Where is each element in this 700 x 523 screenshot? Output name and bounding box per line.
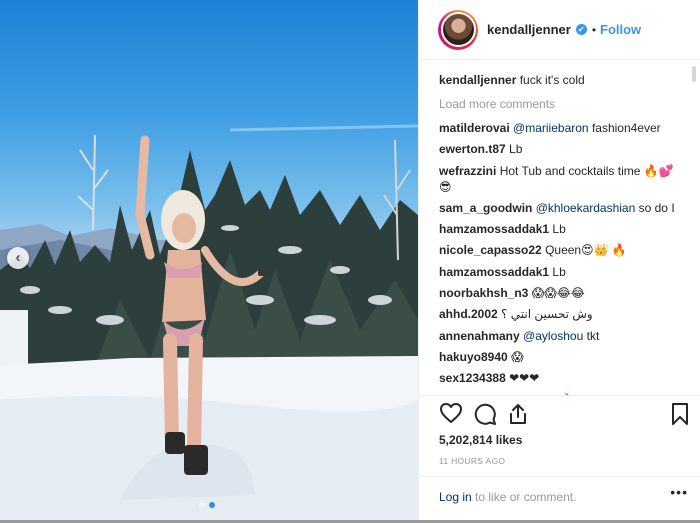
comment-text: ❤❤❤ (509, 371, 540, 386)
post-side-panel: kendalljenner ✔ • Follow kendalljenner f… (418, 0, 700, 520)
chevron-left-icon[interactable]: ‹ (7, 247, 29, 269)
comment-username[interactable]: ahhd.2002 (439, 307, 498, 321)
post-caption: kendalljenner fuck it's cold (439, 72, 680, 88)
comment-text: fashion4ever (591, 121, 661, 135)
comments-list[interactable]: kendalljenner fuck it's cold Load more c… (419, 62, 700, 396)
comment-text: Queen😍👑 🔥 (545, 243, 627, 258)
comment-text: Lb (552, 222, 566, 237)
photo-scene (0, 124, 418, 520)
heart-icon[interactable] (439, 402, 463, 424)
header-username[interactable]: kendalljenner (487, 22, 571, 37)
carousel-dots (199, 502, 215, 508)
comment-username[interactable]: hamzamossaddak1 (439, 222, 549, 236)
login-prompt-text: to like or comment. (475, 490, 577, 504)
comment-username[interactable]: ewerton.t87 (439, 142, 506, 156)
login-link[interactable]: Log in (439, 490, 472, 504)
likes-count[interactable]: 5,202,814 likes (439, 433, 522, 447)
comment-icon[interactable] (473, 402, 497, 426)
comment-username[interactable]: matilderovai (439, 121, 510, 135)
comment-item: hakuyo8940 😱 (439, 349, 680, 365)
comment-item: annenahmany @ayloshou tkt (439, 328, 680, 344)
carousel-dot-active (209, 502, 215, 508)
comment-text: Lb (552, 264, 566, 279)
load-more-comments-button[interactable]: Load more comments (439, 96, 680, 112)
comment-item: noorbakhsh_n3 😱😱😂😂 (439, 285, 680, 301)
comment-username[interactable]: wefrazzini (439, 164, 496, 178)
caption-username[interactable]: kendalljenner (439, 73, 516, 87)
share-icon[interactable] (507, 402, 529, 426)
comment-text: so do I (638, 200, 675, 215)
post-photo[interactable]: ‹ (0, 0, 418, 520)
comment-item: hamzamossaddak1 Lb (439, 264, 680, 280)
action-bar (439, 400, 690, 428)
verified-badge-icon: ✔ (575, 24, 587, 35)
caption-text: fuck it's cold (519, 73, 585, 87)
comment-item: matilderovai @mariiebaron fashion4ever (439, 120, 680, 136)
follow-button[interactable]: Follow (600, 22, 641, 37)
comment-item: wefrazzini Hot Tub and cocktails time 🔥💕… (439, 163, 680, 195)
comment-username[interactable]: nicole_capasso22 (439, 243, 542, 257)
comment-item: sam_a_goodwin @khloekardashian so do I (439, 200, 680, 216)
comment-item: sex1234388 ❤❤❤ (439, 370, 680, 386)
comment-username[interactable]: noorbakhsh_n3 (439, 286, 528, 300)
comment-username[interactable]: sex1234388 (439, 371, 506, 385)
comment-username[interactable]: hamzamossaddak1 (439, 265, 549, 279)
more-options-icon[interactable]: ••• (670, 484, 688, 500)
comment-text: Lb (509, 142, 523, 157)
comment-username[interactable]: annenahmany (439, 329, 520, 343)
post-header: kendalljenner ✔ • Follow (419, 0, 700, 60)
comment-text: 🔥 (559, 393, 574, 395)
comment-mention[interactable]: @ayloshou (523, 329, 583, 343)
comments-scrollbar[interactable] (692, 66, 696, 82)
comment-item: ahhd.2002 وش تحسين انتي ؟ (439, 306, 680, 322)
post-timestamp[interactable]: 11 HOURS AGO (439, 456, 505, 466)
comment-text: 😱 (511, 349, 524, 364)
comment-item: ewerton.t87 Lb (439, 141, 680, 157)
header-separator: • (591, 22, 597, 37)
login-prompt: Log in to like or comment. (439, 490, 576, 504)
comment-username[interactable]: sam_a_goodwin (439, 201, 532, 215)
avatar[interactable] (438, 9, 478, 50)
avatar-image (440, 12, 476, 47)
footer-divider (419, 476, 700, 477)
comment-item: nicole_capasso22 Queen😍👑 🔥 (439, 242, 680, 258)
comment-item: unboundedthoughts 🔥 (439, 392, 680, 395)
carousel-dot (199, 502, 205, 508)
comment-text: tkt (586, 328, 600, 343)
bookmark-icon[interactable] (670, 402, 690, 426)
comment-text: وش تحسين انتي ؟ (501, 307, 593, 322)
comment-mention[interactable]: @mariiebaron (513, 121, 589, 135)
comment-item: hamzamossaddak1 Lb (439, 221, 680, 237)
comment-username[interactable]: hakuyo8940 (439, 350, 508, 364)
comment-mention[interactable]: @khloekardashian (536, 201, 636, 215)
comment-text: 😱😱😂😂 (531, 286, 585, 301)
comment-username[interactable]: unboundedthoughts (439, 393, 556, 395)
